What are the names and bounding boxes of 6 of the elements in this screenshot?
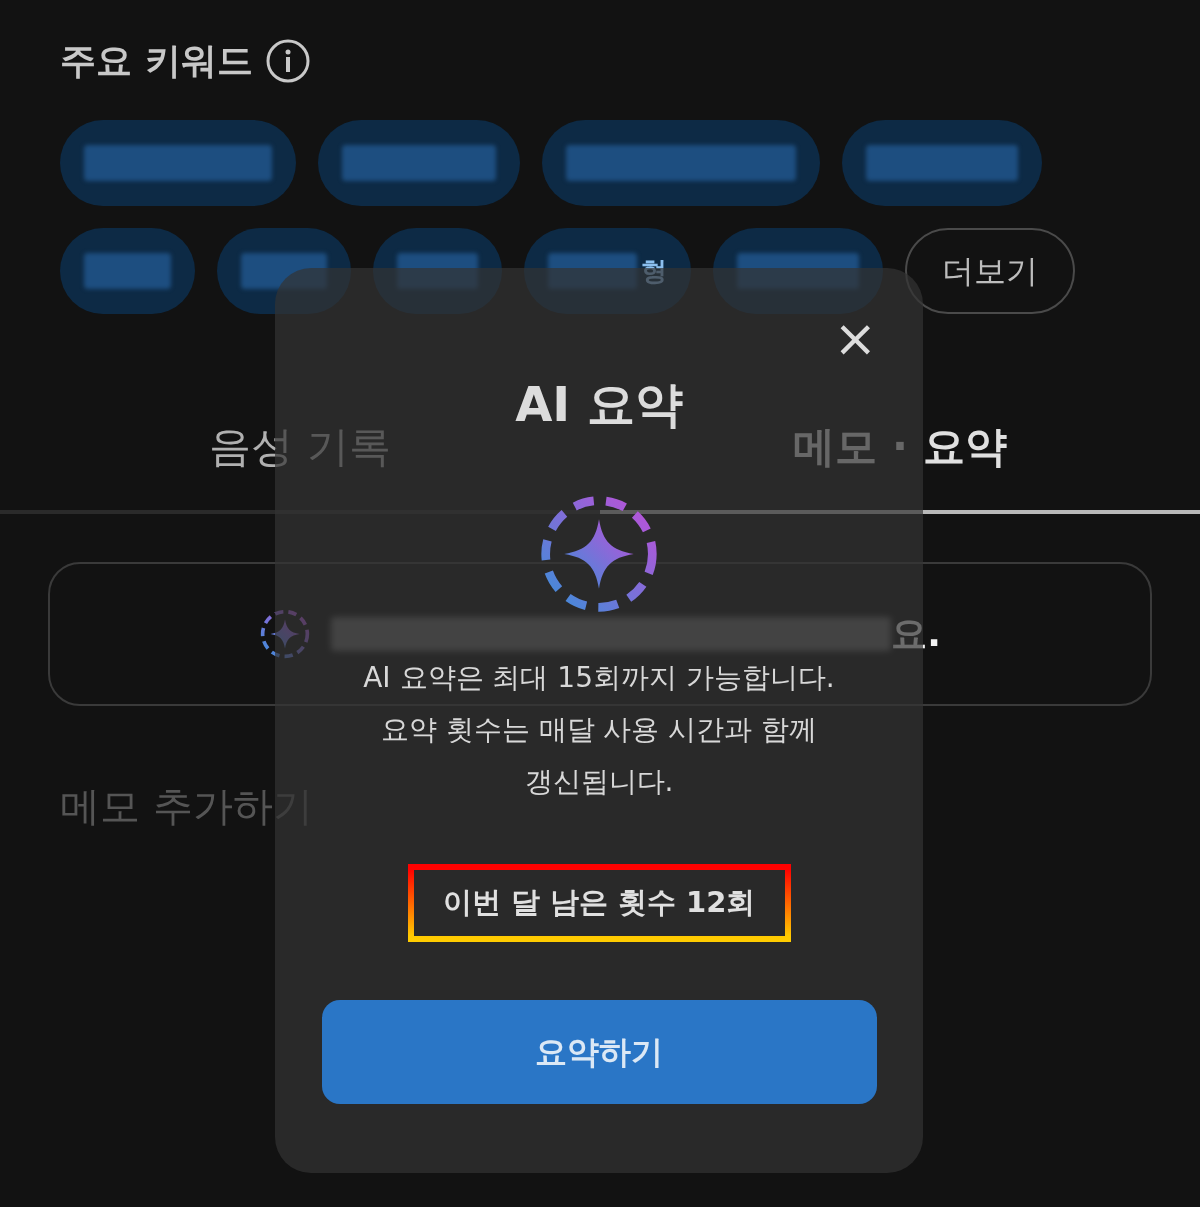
dialog-title: AI 요약: [515, 375, 683, 434]
remaining-count: 이번 달 남은 횟수 12회: [407, 864, 791, 942]
section-title: 주요 키워드: [60, 39, 253, 83]
chip-text: 형: [641, 254, 667, 288]
dialog-description: AI 요약은 최대 15회까지 가능합니다. 요약 횟수는 매달 사용 시간과 함께 갱신됩니다.: [363, 660, 835, 800]
card-text: 요.: [891, 612, 941, 656]
